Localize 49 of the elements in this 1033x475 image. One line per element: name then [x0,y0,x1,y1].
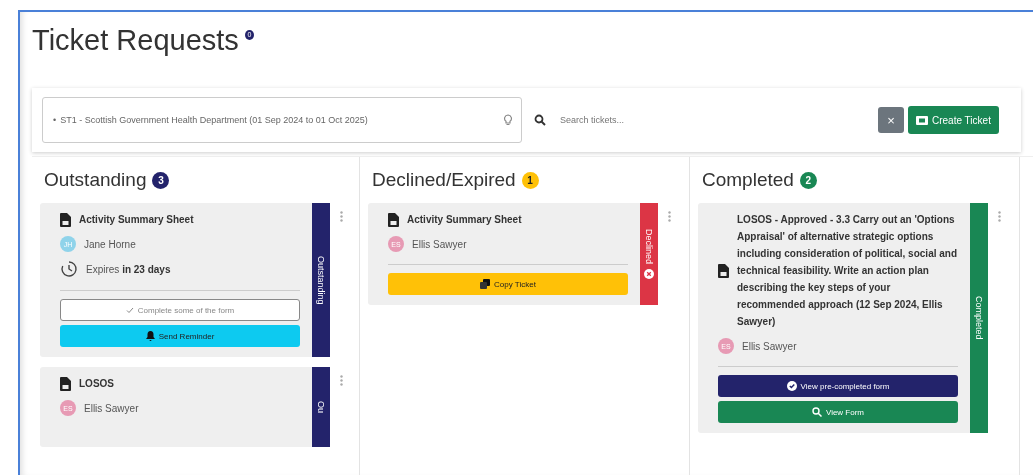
ticket-title: Activity Summary Sheet [79,213,194,227]
column-title: Completed [702,169,794,191]
document-icon [718,263,729,278]
count-badge: 1 [521,171,539,189]
document-icon [60,376,71,391]
person-name: Jane Horne [84,238,136,250]
ticket-icon [916,115,928,125]
column-title: Declined/Expired [372,169,516,191]
send-reminder-button[interactable]: Send Reminder [60,325,300,347]
ticket-card[interactable] [698,203,970,433]
page-title: Ticket Requests [32,24,239,57]
status-strip: Completed [970,203,988,433]
ticket-title: LOSOS [79,377,114,391]
kebab-menu-icon[interactable] [668,211,671,222]
status-strip: Outstanding [312,203,330,357]
copy-ticket-button[interactable]: Copy Ticket [388,273,628,295]
kebab-menu-icon[interactable] [340,211,343,222]
count-badge: 2 [799,171,817,189]
ticket-title: Activity Summary Sheet [407,213,522,227]
document-icon [60,212,71,227]
search-icon [534,114,546,126]
status-strip: Declined [640,203,658,305]
kebab-menu-icon[interactable] [340,375,343,386]
complete-form-button[interactable]: Complete some of the form [60,299,300,321]
bell-icon [145,331,155,341]
document-icon [388,212,399,227]
count-badge: 3 [152,171,170,189]
bulb-icon [503,114,513,126]
person-name: Ellis Sawyer [84,402,139,414]
check-circle-icon [786,381,797,391]
check-icon [125,306,134,314]
expiry-text: Expires in 23 days [86,263,171,275]
selected-department: ST1 - Scottish Government Health Department (01 Sep 2024 to 01 Oct 2025) [60,114,369,126]
ticket-title: LOSOS - Approved - 3.3 Carry out an 'Options Appraisal' of alternative strategic options including consideration of political, social and technical feasibility. Write an action plan describing the key steps of your recommended approach (12 Sep 2024, Ellis Sawyer) [737,213,958,329]
tag-bullet: • [53,115,57,125]
clear-button[interactable]: × [878,107,904,133]
copy-icon [480,279,491,289]
view-form-button[interactable]: View Form [718,401,958,423]
department-select[interactable]: • ST1 - Scottish Government Health Department (01 Sep 2024 to 01 Oct 2025) [42,97,522,143]
status-strip: Ou [312,367,330,447]
search-icon [811,407,822,417]
column-title: Outstanding [44,169,147,191]
create-ticket-button[interactable]: Create Ticket [908,106,999,134]
kebab-menu-icon[interactable] [998,211,1001,222]
person-name: Ellis Sawyer [412,238,467,250]
person-name: Ellis Sawyer [742,340,797,352]
timer-icon [60,260,78,278]
view-precompleted-button[interactable]: View pre-completed form [718,375,958,397]
close-circle-icon [644,268,654,279]
